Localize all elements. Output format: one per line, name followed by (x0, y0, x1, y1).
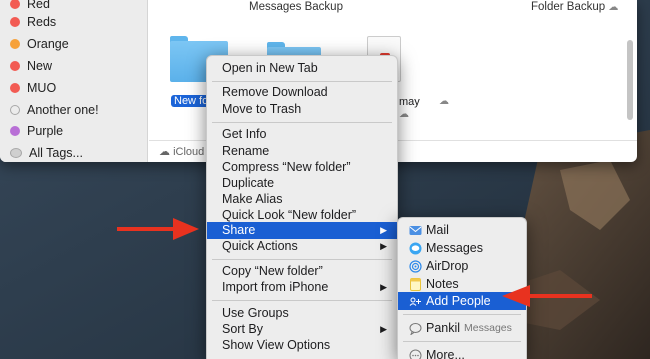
red-tag-dot (10, 17, 20, 27)
submenu-arrow-icon: ▶ (380, 282, 387, 292)
hollow-tag-dot (10, 105, 20, 115)
cloud-icon: ☁ (608, 2, 619, 13)
share-item-note: Messages (464, 322, 512, 334)
red-tag-dot (10, 83, 20, 93)
column-title-messages-backup: Messages Backup (249, 1, 343, 13)
share-item-label: Messages (426, 241, 483, 255)
menu-item-rename[interactable]: Rename (207, 143, 397, 160)
document-label[interactable]: may (399, 96, 420, 108)
folder-backup-label: Folder Backup (531, 1, 606, 13)
share-item-mail[interactable]: Mail (398, 221, 526, 239)
sidebar-tag-reds[interactable]: Reds (10, 12, 56, 32)
share-item-label: More... (426, 348, 465, 359)
share-item-label: Mail (426, 223, 449, 237)
scrollbar[interactable] (627, 40, 633, 120)
menu-item-use-groups[interactable]: Use Groups (207, 305, 397, 322)
tag-label: Orange (27, 37, 69, 51)
mail-icon (409, 224, 422, 237)
red-tag-dot (10, 61, 20, 71)
sidebar-tag-new[interactable]: New (10, 56, 52, 76)
document-filename: may (399, 96, 420, 108)
menu-item-move-to-trash[interactable]: Move to Trash (207, 101, 397, 118)
share-item-airdrop[interactable]: AirDrop (398, 257, 526, 275)
menu-item-compress[interactable]: Compress “New folder” (207, 159, 397, 176)
menu-item-sort-by[interactable]: Sort By ▶ (207, 321, 397, 338)
share-item-label: Pankil (426, 321, 461, 335)
cloud-icon: ☁ (159, 146, 170, 158)
menu-item-make-alias[interactable]: Make Alias (207, 191, 397, 208)
submenu-arrow-icon: ▶ (380, 225, 387, 235)
menu-item-open-in-new-tab[interactable]: Open in New Tab (207, 60, 397, 77)
tag-label: Reds (27, 15, 57, 29)
submenu-arrow-icon: ▶ (380, 324, 387, 334)
share-item-contact-pankil[interactable]: Pankil Messages (398, 319, 526, 337)
cloud-icon: ☁ (439, 96, 449, 107)
orange-tag-dot (10, 39, 20, 49)
sidebar-all-tags[interactable]: All Tags... (10, 143, 83, 162)
menu-item-get-info[interactable]: Get Info (207, 126, 397, 143)
tag-label: Purple (27, 124, 64, 138)
red-tag-dot (10, 0, 20, 9)
tag-label: MUO (27, 81, 57, 95)
messages-icon (409, 242, 422, 255)
tag-label: All Tags... (29, 146, 83, 160)
menu-separator (212, 122, 392, 123)
menu-separator (403, 314, 521, 315)
sidebar: Red Reds Orange New MUO Another one! Pur… (0, 0, 148, 162)
menu-separator (403, 341, 521, 342)
share-item-more[interactable]: More... (398, 346, 526, 359)
menu-separator (212, 259, 392, 260)
context-menu: Open in New Tab Remove Download Move to … (206, 55, 398, 359)
tag-label: Red (27, 0, 50, 11)
menu-item-copy[interactable]: Copy “New folder” (207, 263, 397, 280)
column-title-folder-backup: Folder Backup ☁ (531, 1, 618, 13)
contact-icon (409, 322, 422, 335)
share-item-label: AirDrop (426, 259, 469, 273)
notes-icon (409, 277, 422, 291)
tag-label: New (27, 59, 53, 73)
annotation-arrow-share (117, 218, 199, 240)
menu-item-share[interactable]: Share ▶ (207, 222, 397, 239)
cloud-icon: ☁ (399, 109, 409, 120)
menu-item-import-from-iphone[interactable]: Import from iPhone ▶ (207, 279, 397, 296)
sidebar-tag-muo[interactable]: MUO (10, 78, 56, 98)
path-bar-label: iCloud (173, 146, 205, 158)
menu-item-show-view-options[interactable]: Show View Options (207, 337, 397, 354)
more-icon (409, 349, 422, 359)
sidebar-tag-purple[interactable]: Purple (10, 121, 63, 141)
airdrop-icon (409, 259, 422, 273)
menu-separator (212, 300, 392, 301)
annotation-arrow-add-people (502, 285, 592, 307)
share-item-label: Add People (426, 294, 491, 308)
share-item-messages[interactable]: Messages (398, 239, 526, 257)
menu-item-duplicate[interactable]: Duplicate (207, 175, 397, 192)
menu-item-remove-download[interactable]: Remove Download (207, 84, 397, 101)
add-people-icon (409, 295, 422, 308)
sidebar-tag-another-one[interactable]: Another one! (10, 100, 99, 120)
share-item-label: Notes (426, 277, 459, 291)
all-tags-icon (10, 148, 22, 158)
menu-item-quick-actions[interactable]: Quick Actions ▶ (207, 238, 397, 255)
submenu-arrow-icon: ▶ (380, 241, 387, 251)
tag-label: Another one! (27, 103, 99, 117)
purple-tag-dot (10, 126, 20, 136)
menu-separator (212, 81, 392, 82)
sidebar-tag-orange[interactable]: Orange (10, 34, 69, 54)
